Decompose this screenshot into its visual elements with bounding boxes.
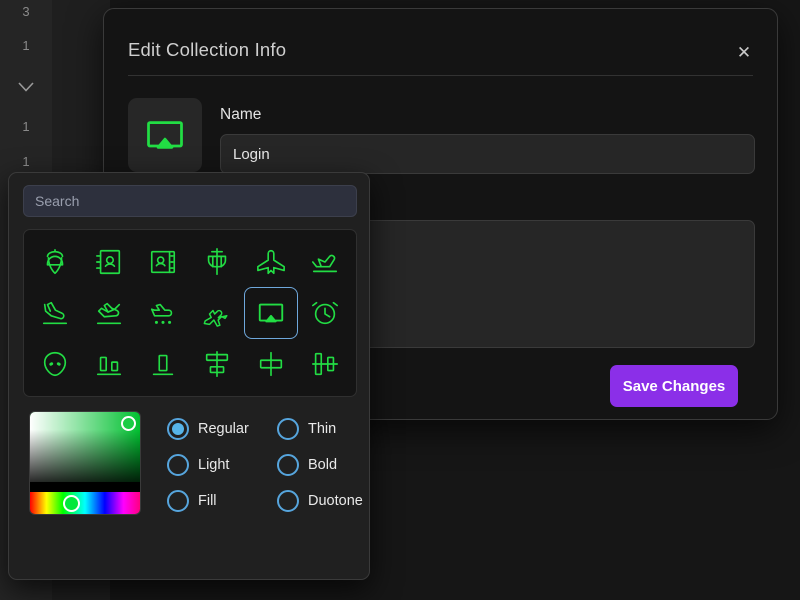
acorn-icon [46, 248, 64, 274]
radio-icon [277, 454, 299, 476]
align-center-horizontal-simple-icon [259, 352, 283, 377]
weight-label: Regular [198, 421, 249, 437]
weight-label: Duotone [308, 493, 363, 509]
weight-option-thin[interactable]: Thin [277, 418, 362, 440]
page-title: Edit Collection Info [128, 39, 287, 60]
alarm-icon [311, 301, 339, 325]
name-input[interactable] [220, 134, 755, 174]
collection-icon-button[interactable] [128, 98, 202, 172]
icon-cell-airplane[interactable] [244, 236, 298, 287]
airplane-in-flight-icon [311, 254, 338, 272]
icon-cell-airplane-takeoff[interactable] [82, 287, 136, 338]
airplane-icon [257, 249, 285, 274]
icon-cell-airplane-tilt[interactable] [190, 287, 244, 338]
icon-cell-airplane-taxiing[interactable] [136, 287, 190, 338]
address-book-tabs-icon [150, 250, 176, 273]
radio-icon [277, 490, 299, 512]
weight-option-regular[interactable]: Regular [167, 418, 277, 440]
sidebar-number: 3 [22, 4, 30, 19]
modal-header: Edit Collection Info ✕ [104, 9, 777, 75]
alien-icon [43, 352, 67, 377]
weight-label: Thin [308, 421, 337, 437]
airplane-taxiing-icon [150, 303, 173, 324]
radio-icon [167, 454, 189, 476]
radio-icon [167, 490, 189, 512]
value-floor [30, 482, 140, 492]
radio-icon [277, 418, 299, 440]
icon-cell-align-center-horizontal[interactable] [190, 339, 244, 390]
icon-grid [23, 229, 357, 397]
airplane-landing-icon [42, 301, 68, 325]
icon-cell-airplane-in-flight[interactable] [298, 236, 352, 287]
color-picker[interactable] [29, 411, 141, 515]
align-center-vertical-icon [311, 353, 339, 376]
saturation-value-area[interactable] [30, 412, 140, 492]
icon-cell-align-center-vertical[interactable] [298, 339, 352, 390]
hue-knob[interactable] [63, 495, 80, 512]
weight-label: Fill [198, 493, 217, 509]
align-bottom-simple-icon [152, 355, 174, 376]
icon-cell-air-traffic-control[interactable] [190, 236, 244, 287]
address-book-icon [95, 249, 121, 274]
airplay-icon [147, 121, 183, 149]
weight-label: Light [198, 457, 230, 473]
icon-picker-popup: Regular Thin Light Bold Fill Duotone [8, 172, 370, 580]
save-changes-button[interactable]: Save Changes [610, 365, 738, 407]
airplane-tilt-icon [203, 309, 228, 327]
icon-cell-align-bottom[interactable] [82, 339, 136, 390]
name-label: Name [220, 106, 262, 123]
airplane-takeoff-icon [96, 302, 122, 325]
sidebar-number: 1 [22, 154, 30, 169]
icon-cell-align-bottom-simple[interactable] [136, 339, 190, 390]
air-traffic-control-icon [207, 247, 227, 275]
weight-label: Bold [308, 457, 338, 473]
icon-cell-alien[interactable] [28, 339, 82, 390]
app-root: 3 1 1 1 Edit Collection Info ✕ Name Logi… [0, 0, 800, 600]
icon-cell-airplay[interactable] [244, 287, 298, 339]
icon-cell-alarm[interactable] [298, 287, 352, 338]
radio-icon [167, 418, 189, 440]
weight-option-fill[interactable]: Fill [167, 490, 277, 512]
hue-slider[interactable] [30, 492, 140, 514]
sidebar-number: 1 [22, 38, 30, 53]
color-knob[interactable] [121, 416, 136, 431]
align-bottom-icon [96, 356, 122, 376]
icon-cell-align-center-horizontal-simple[interactable] [244, 339, 298, 390]
search-input[interactable] [23, 185, 357, 217]
close-icon[interactable]: ✕ [733, 41, 755, 63]
icon-cell-address-book-tabs[interactable] [136, 236, 190, 287]
weight-option-duotone[interactable]: Duotone [277, 490, 363, 512]
icon-weight-options: Regular Thin Light Bold Fill Duotone [167, 411, 363, 519]
icon-cell-airplane-landing[interactable] [28, 287, 82, 338]
sidebar-number: 1 [22, 119, 30, 134]
align-center-horizontal-icon [205, 351, 229, 378]
weight-option-light[interactable]: Light [167, 454, 277, 476]
airplay-icon [258, 303, 284, 323]
icon-cell-acorn[interactable] [28, 236, 82, 287]
icon-cell-address-book[interactable] [82, 236, 136, 287]
weight-option-bold[interactable]: Bold [277, 454, 362, 476]
chevron-down-icon[interactable] [0, 82, 52, 92]
